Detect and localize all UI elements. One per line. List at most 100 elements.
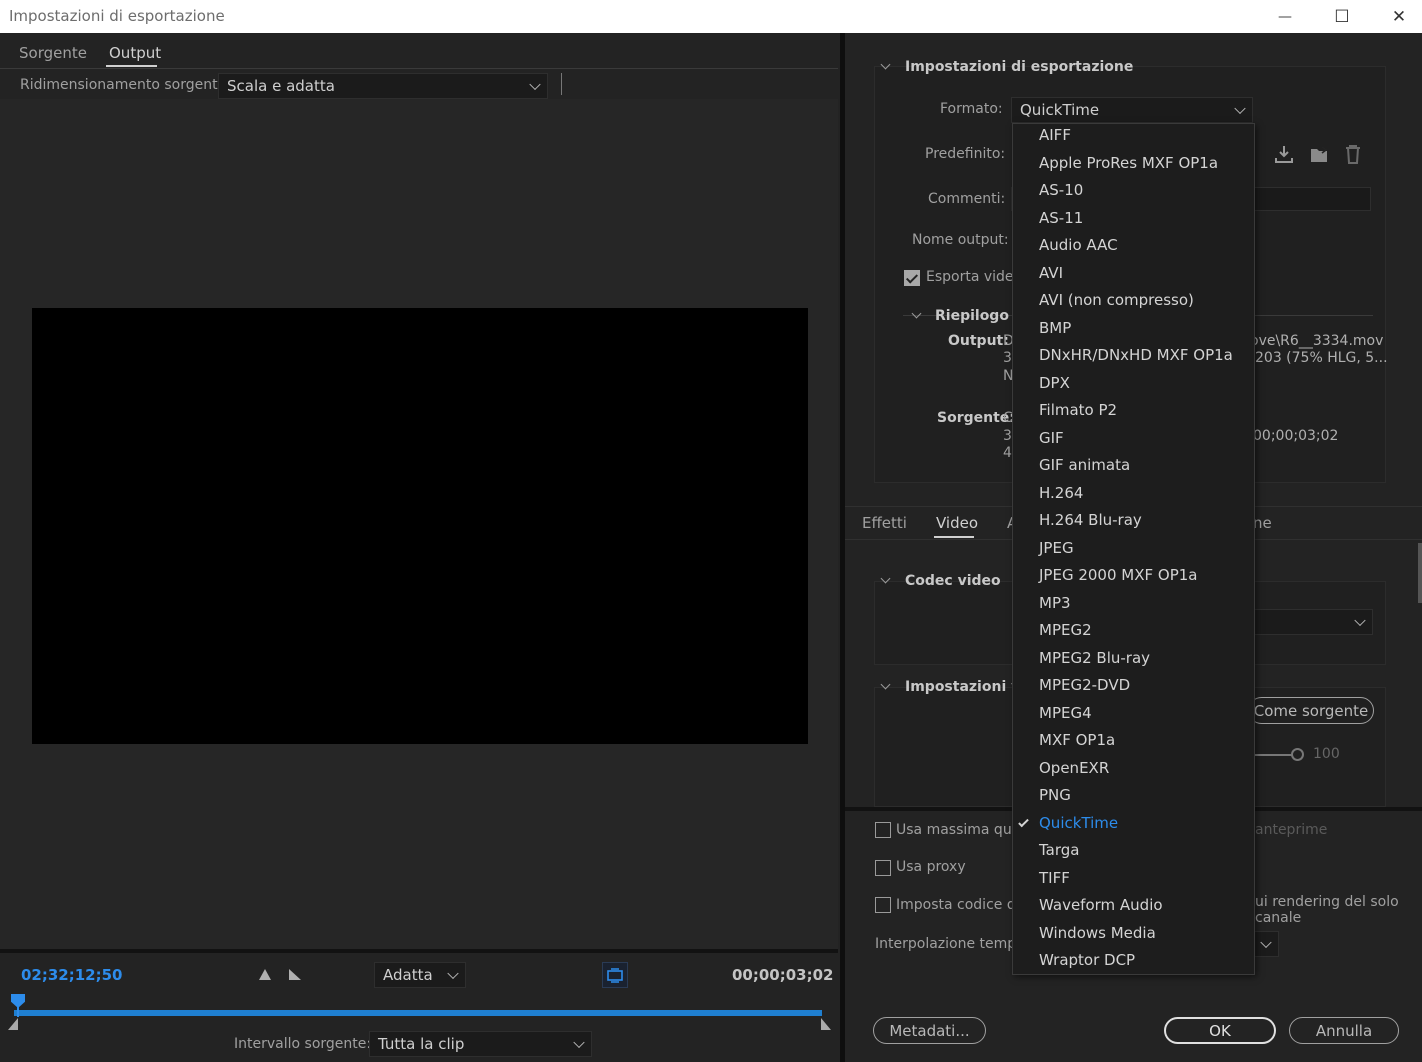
format-value: QuickTime: [1020, 101, 1100, 119]
chevron-down-icon: [1260, 936, 1272, 949]
format-menu-item[interactable]: JPEG 2000 MXF OP1a: [1039, 562, 1197, 589]
format-menu-item[interactable]: Targa: [1039, 837, 1080, 864]
time-interpolation-label: Interpolazione tempo:: [875, 936, 1030, 952]
format-menu: AIFF Apple ProRes MXF OP1a AS-10 AS-11 Audio…: [1012, 123, 1255, 975]
source-range-dropdown[interactable]: Tutta la clip: [369, 1031, 592, 1057]
summary-title: Riepilogo: [935, 308, 1009, 324]
format-menu-item[interactable]: MPEG2-DVD: [1039, 672, 1130, 699]
playhead-icon[interactable]: [11, 994, 25, 1008]
tab-video[interactable]: Video: [936, 514, 978, 532]
format-menu-item[interactable]: BMP: [1039, 315, 1071, 342]
set-out-point-icon[interactable]: [289, 969, 301, 980]
separator: [561, 73, 562, 95]
format-menu-item[interactable]: Windows Media: [1039, 920, 1156, 947]
format-menu-item[interactable]: H.264: [1039, 480, 1083, 507]
output-name-label: Nome output:: [912, 232, 1009, 248]
scrollbar-thumb[interactable]: [1418, 543, 1422, 603]
title-bar: Impostazioni di esportazione — ☐ ✕: [0, 0, 1422, 33]
preset-label: Predefinito:: [925, 146, 1006, 162]
format-menu-item[interactable]: Filmato P2: [1039, 397, 1117, 424]
format-menu-item[interactable]: QuickTime: [1039, 810, 1118, 837]
current-timecode[interactable]: 02;32;12;50: [21, 966, 123, 984]
format-menu-item[interactable]: H.264 Blu-ray: [1039, 507, 1142, 534]
minimize-button[interactable]: —: [1262, 0, 1308, 33]
playhead-line: [17, 1007, 19, 1017]
summary-output-key: Output:: [948, 333, 1009, 349]
format-menu-item[interactable]: AVI (non compresso): [1039, 287, 1194, 314]
format-menu-item[interactable]: JPEG: [1039, 535, 1074, 562]
format-menu-item[interactable]: GIF: [1039, 425, 1064, 452]
aspect-toggle-button[interactable]: [602, 962, 628, 988]
same-as-source-button[interactable]: Come sorgente: [1248, 697, 1374, 724]
format-label: Formato:: [940, 101, 1003, 117]
source-range-label: Intervallo sorgente:: [234, 1036, 372, 1052]
resize-dropdown[interactable]: Scala e adatta: [218, 73, 548, 99]
duration-timecode: 00;00;03;02: [732, 966, 834, 984]
format-menu-item[interactable]: AS-10: [1039, 177, 1083, 204]
format-menu-item[interactable]: Apple ProRes MXF OP1a: [1039, 150, 1218, 177]
ok-button[interactable]: OK: [1164, 1017, 1276, 1044]
check-icon: [1018, 816, 1029, 827]
format-menu-item[interactable]: DNxHR/DNxHD MXF OP1a: [1039, 342, 1233, 369]
format-menu-item[interactable]: MPEG2 Blu-ray: [1039, 645, 1150, 672]
summary-output-spec: 203 (75% HLG, 5...: [1255, 350, 1388, 366]
chevron-down-icon: [1234, 102, 1246, 115]
format-menu-item[interactable]: AVI: [1039, 260, 1063, 287]
left-panel: Sorgente Output Ridimensionamento sorgen…: [0, 33, 840, 1062]
cancel-button[interactable]: Annulla: [1289, 1017, 1399, 1044]
format-menu-item[interactable]: MP3: [1039, 590, 1071, 617]
video-preview: [32, 308, 808, 744]
tab-video-underline: [934, 536, 974, 538]
window-title: Impostazioni di esportazione: [9, 7, 225, 25]
summary-output-line-2: 3: [1003, 350, 1012, 366]
quality-slider-track[interactable]: [1255, 754, 1293, 756]
max-quality-checkbox[interactable]: [875, 822, 891, 838]
summary-source-line-3: 4: [1003, 445, 1012, 461]
format-menu-item[interactable]: AIFF: [1039, 122, 1071, 149]
format-menu-item[interactable]: Waveform Audio: [1039, 892, 1163, 919]
summary-output-path: ove\R6__3334.mov: [1250, 333, 1384, 349]
close-button[interactable]: ✕: [1376, 0, 1422, 33]
maximize-button[interactable]: ☐: [1319, 0, 1365, 33]
tab-divider: [0, 68, 838, 69]
set-in-point-icon[interactable]: [259, 969, 271, 980]
timeline-bar[interactable]: [14, 1010, 822, 1016]
format-menu-item[interactable]: GIF animata: [1039, 452, 1130, 479]
format-menu-item[interactable]: TIFF: [1039, 865, 1070, 892]
set-timecode-checkbox[interactable]: [875, 897, 891, 913]
save-preset-icon[interactable]: [1273, 143, 1295, 170]
timeline-divider: [0, 949, 838, 953]
tab-partial[interactable]: ne: [1253, 514, 1272, 532]
format-menu-item[interactable]: MPEG2: [1039, 617, 1092, 644]
quality-slider-handle[interactable]: [1291, 748, 1304, 761]
tab-output-underline: [106, 65, 157, 67]
quality-value: 100: [1313, 746, 1340, 762]
chevron-down-icon: [447, 967, 459, 980]
zoom-dropdown[interactable]: Adatta: [374, 962, 466, 988]
export-settings-title: Impostazioni di esportazione: [905, 59, 1134, 75]
metadata-button[interactable]: Metadati...: [873, 1017, 986, 1044]
in-point-marker-icon[interactable]: [8, 1018, 18, 1030]
format-menu-item[interactable]: OpenEXR: [1039, 755, 1109, 782]
resize-value: Scala e adatta: [227, 77, 335, 95]
format-dropdown[interactable]: QuickTime: [1011, 97, 1253, 123]
import-preset-icon[interactable]: [1308, 143, 1330, 170]
tab-effects[interactable]: Effetti: [862, 514, 907, 532]
use-proxy-label: Usa proxy: [896, 859, 966, 875]
format-menu-item[interactable]: Audio AAC: [1039, 232, 1118, 259]
out-point-marker-icon[interactable]: [821, 1018, 831, 1030]
comments-label: Commenti:: [928, 191, 1006, 207]
export-video-checkbox[interactable]: [904, 270, 920, 286]
tab-source[interactable]: Sorgente: [19, 44, 87, 62]
format-menu-item[interactable]: MPEG4: [1039, 700, 1092, 727]
format-menu-item[interactable]: MXF OP1a: [1039, 727, 1115, 754]
maximize-icon: ☐: [1334, 6, 1350, 27]
tab-output[interactable]: Output: [109, 44, 161, 62]
format-menu-item[interactable]: DPX: [1039, 370, 1070, 397]
format-menu-item[interactable]: AS-11: [1039, 205, 1083, 232]
format-menu-item[interactable]: Wraptor DCP: [1039, 947, 1135, 974]
minimize-icon: —: [1278, 8, 1292, 25]
use-proxy-checkbox[interactable]: [875, 860, 891, 876]
format-menu-item[interactable]: PNG: [1039, 782, 1071, 809]
delete-preset-icon[interactable]: [1343, 143, 1363, 170]
